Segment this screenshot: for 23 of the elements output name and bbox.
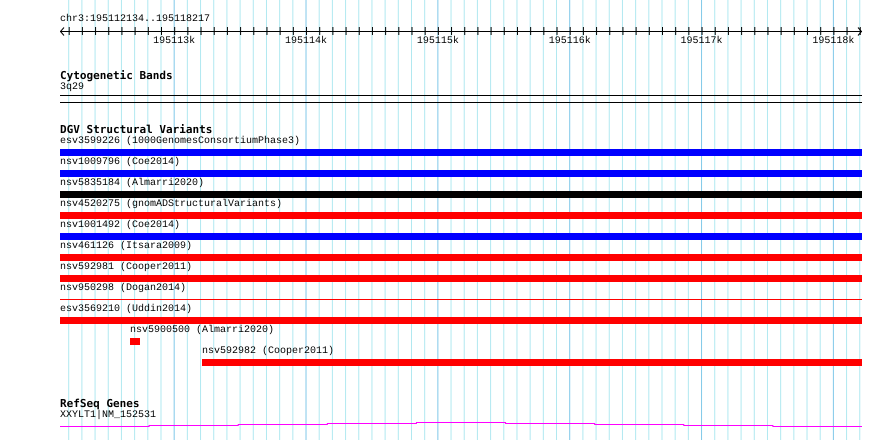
variant-label: nsv5835184 (Almarri2020) bbox=[60, 178, 204, 190]
band-label: 3q29 bbox=[60, 82, 84, 94]
gene-label: XXYLT1|NM_152531 bbox=[60, 410, 156, 422]
tick-label: 195118k bbox=[812, 36, 854, 48]
variant-label: nsv461126 (Itsara2009) bbox=[60, 241, 192, 253]
variant-label: nsv4520275 (gnomADStructuralVariants) bbox=[60, 199, 282, 211]
tick-label: 195116k bbox=[548, 36, 591, 48]
tick-label: 195115k bbox=[416, 36, 459, 48]
tick-label: 195113k bbox=[153, 36, 196, 48]
variant-label: nsv1001492 (Coe2014) bbox=[60, 220, 180, 232]
variant-label: nsv1009796 (Coe2014) bbox=[60, 157, 180, 169]
variant-label: nsv5900500 (Almarri2020) bbox=[130, 325, 274, 337]
track-title: Cytogenetic Bands bbox=[60, 69, 173, 82]
variant-label: nsv592981 (Cooper2011) bbox=[60, 262, 192, 274]
location-label: chr3:195112134..195118217 bbox=[60, 14, 210, 26]
variant-label: esv3569210 (Uddin2014) bbox=[60, 304, 192, 316]
track-title: RefSeq Genes bbox=[60, 397, 140, 410]
tick-label: 195114k bbox=[285, 36, 328, 48]
tick-label: 195117k bbox=[680, 36, 723, 48]
variant-label: nsv592982 (Cooper2011) bbox=[202, 346, 334, 358]
variant-label: nsv950298 (Dogan2014) bbox=[60, 283, 186, 295]
track-title: DGV Structural Variants bbox=[60, 123, 212, 136]
variant-label: esv3599226 (1000GenomesConsortiumPhase3) bbox=[60, 136, 300, 148]
